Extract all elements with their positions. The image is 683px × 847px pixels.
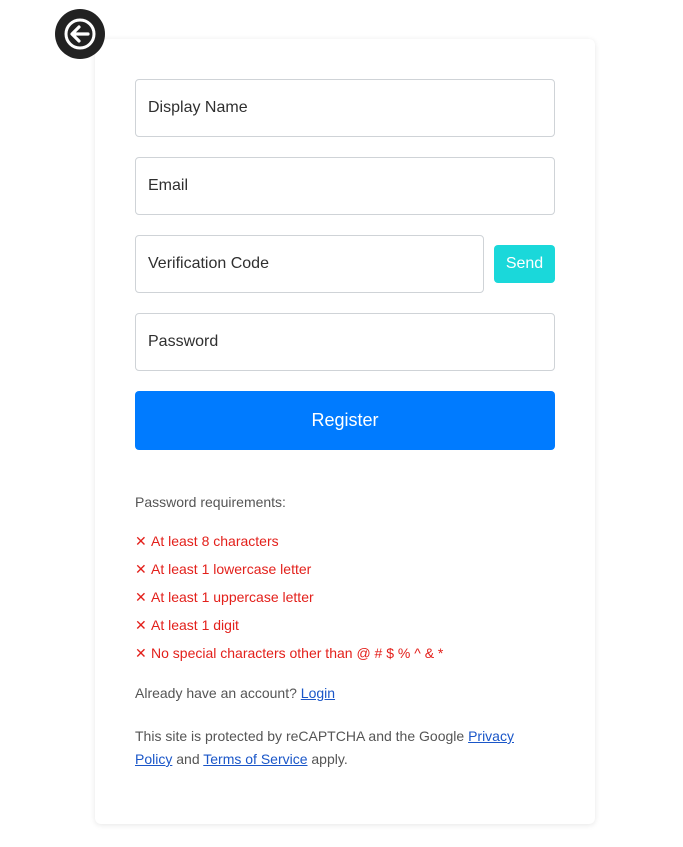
verification-code-input[interactable] xyxy=(135,235,484,293)
send-code-button[interactable]: Send xyxy=(494,245,555,283)
login-prompt: Already have an account? Login xyxy=(135,685,335,701)
x-icon: ✕ xyxy=(135,561,147,577)
recaptcha-notice: This site is protected by reCAPTCHA and … xyxy=(135,725,555,771)
requirement-item: ✕ At least 1 uppercase letter xyxy=(135,589,443,617)
password-input[interactable] xyxy=(135,313,555,371)
recaptcha-suffix-text: apply. xyxy=(311,751,348,767)
recaptcha-and-text: and xyxy=(176,751,200,767)
register-card: Send Register Password requirements: ✕ A… xyxy=(95,39,595,824)
x-icon: ✕ xyxy=(135,617,147,633)
requirement-text: No special characters other than @ # $ %… xyxy=(151,645,444,661)
x-icon: ✕ xyxy=(135,589,147,605)
email-input[interactable] xyxy=(135,157,555,215)
recaptcha-text: This site is protected by reCAPTCHA and … xyxy=(135,728,465,744)
arrow-left-icon xyxy=(64,18,96,50)
requirement-item: ✕ No special characters other than @ # $… xyxy=(135,645,443,673)
requirement-item: ✕ At least 1 digit xyxy=(135,617,443,645)
login-link[interactable]: Login xyxy=(301,685,335,701)
display-name-input[interactable] xyxy=(135,79,555,137)
password-requirements-heading: Password requirements: xyxy=(135,494,286,510)
login-prompt-text: Already have an account? xyxy=(135,685,297,701)
back-button[interactable] xyxy=(55,9,105,59)
x-icon: ✕ xyxy=(135,533,147,549)
x-icon: ✕ xyxy=(135,645,147,661)
password-requirements-list: ✕ At least 8 characters ✕ At least 1 low… xyxy=(135,533,443,673)
terms-of-service-link[interactable]: Terms of Service xyxy=(203,751,307,767)
requirement-text: At least 1 digit xyxy=(151,617,239,633)
register-button[interactable]: Register xyxy=(135,391,555,450)
requirement-text: At least 8 characters xyxy=(151,533,279,549)
requirement-text: At least 1 uppercase letter xyxy=(151,589,314,605)
requirement-item: ✕ At least 8 characters xyxy=(135,533,443,561)
requirement-item: ✕ At least 1 lowercase letter xyxy=(135,561,443,589)
requirement-text: At least 1 lowercase letter xyxy=(151,561,312,577)
